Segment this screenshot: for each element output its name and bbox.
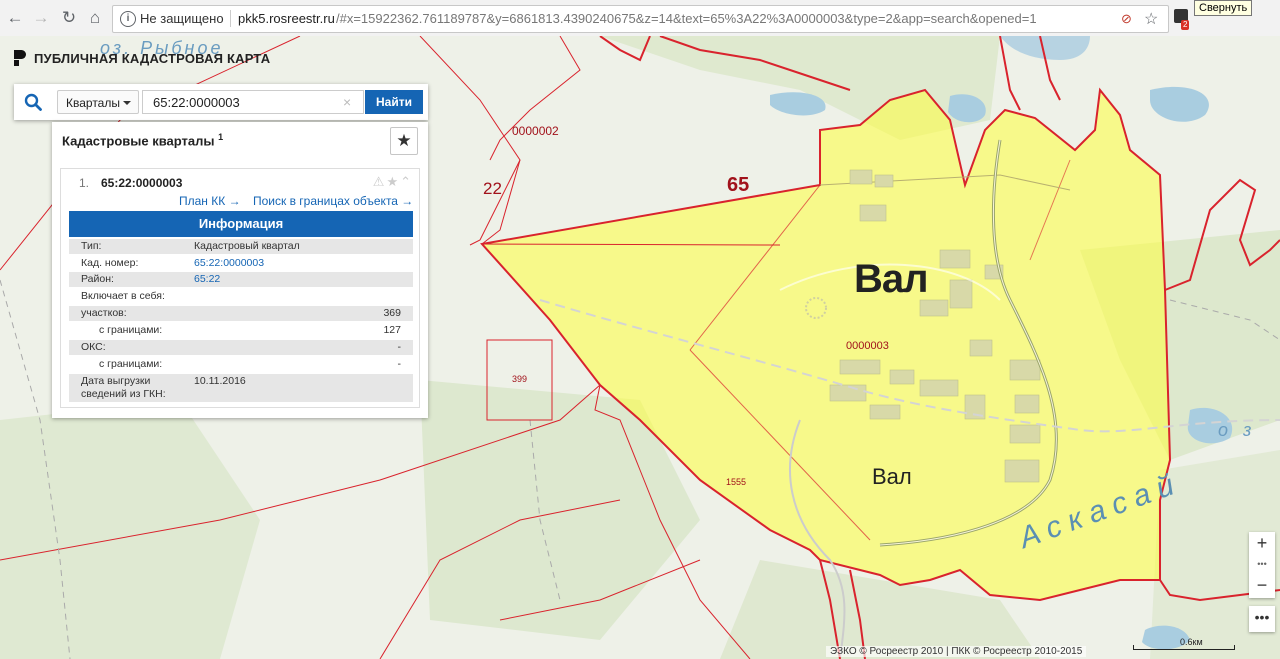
plan-link[interactable]: План КК →: [179, 194, 241, 208]
info-row-oks-bounded: с границами: -: [69, 357, 413, 372]
info-value-link[interactable]: 65:22:0000003: [194, 256, 264, 271]
reload-icon[interactable]: ↻: [58, 7, 80, 29]
result-index: 1.: [79, 176, 90, 190]
search-button[interactable]: Найти: [365, 90, 423, 114]
map-label-region: 65: [727, 174, 750, 196]
info-key: Район:: [81, 273, 114, 285]
search-type-value: Кварталы: [66, 96, 120, 110]
extension-badge: 2: [1181, 20, 1190, 30]
info-header: Информация: [69, 211, 413, 237]
info-row-oks: ОКС: -: [69, 340, 413, 355]
address-divider: [230, 10, 231, 27]
blocked-popup-icon[interactable]: ⊘: [1121, 11, 1135, 26]
results-panel: Кадастровые кварталы 1 ★ 1. 65:22:000000…: [52, 122, 428, 418]
result-number[interactable]: 65:22:0000003: [101, 176, 182, 190]
tooltip: Свернуть: [1194, 0, 1253, 16]
info-key: ОКС:: [81, 341, 106, 353]
zoom-out-button[interactable]: −: [1249, 574, 1275, 596]
clear-icon[interactable]: ×: [343, 94, 351, 110]
result-card: 1. 65:22:0000003 ⚠★⌃ План КК → Поиск в г…: [60, 168, 420, 408]
zoom-more-icon[interactable]: •••: [1249, 554, 1275, 574]
back-arrow-icon[interactable]: ←: [4, 7, 26, 29]
browser-toolbar: ← → ↻ ⌂ i Не защищено pkk5.rosreestr.ru …: [0, 0, 1280, 37]
app-title: ПУБЛИЧНАЯ КАДАСТРОВАЯ КАРТА: [34, 50, 271, 66]
info-row-export-date: Дата выгрузки сведений из ГКН: 10.11.201…: [69, 374, 413, 402]
map-label-parcel-2: 1555: [726, 477, 747, 487]
scale-bar: [1133, 645, 1235, 650]
app-header: ПУБЛИЧНАЯ КАДАСТРОВАЯ КАРТА: [14, 50, 270, 66]
info-value: 10.11.2016: [194, 375, 246, 387]
info-value: Кадастровый квартал: [194, 240, 300, 252]
results-count: 1: [218, 132, 224, 142]
results-title-text: Кадастровые кварталы: [62, 133, 215, 149]
info-row-parcels-bounded: с границами: 127: [69, 323, 413, 338]
info-key: с границами:: [99, 358, 163, 370]
zoom-control: + ••• −: [1249, 532, 1275, 598]
address-bar[interactable]: i Не защищено pkk5.rosreestr.ru /#x=1592…: [112, 5, 1169, 33]
info-row-parcels: участков: 369: [69, 306, 413, 321]
info-row-type: Тип: Кадастровый квартал: [69, 239, 413, 254]
info-row-district: Район: 65:22: [69, 272, 413, 287]
map-label-quarter-top: 0000002: [512, 124, 559, 138]
copyright: ЭЗКО © Росреестр 2010 | ПКК © Росреестр …: [826, 646, 1087, 657]
favorite-star-icon[interactable]: ★: [390, 127, 418, 155]
forward-arrow-icon[interactable]: →: [30, 7, 52, 29]
info-row-number: Кад. номер: 65:22:0000003: [69, 256, 413, 271]
info-row-includes: Включает в себя:: [69, 289, 413, 304]
map-label-quarter: 0000003: [846, 340, 889, 352]
search-in-bounds-link[interactable]: Поиск в границах объекта →: [253, 194, 413, 208]
url-host[interactable]: pkk5.rosreestr.ru: [238, 11, 335, 26]
map-label-town-small: Вал: [872, 464, 912, 489]
info-key: Кад. номер:: [81, 257, 139, 269]
home-icon[interactable]: ⌂: [84, 7, 106, 29]
search-bar: Кварталы × Найти: [14, 84, 428, 120]
info-icon[interactable]: i: [120, 11, 136, 27]
results-title: Кадастровые кварталы 1: [62, 132, 223, 148]
map-label-parcel: 399: [512, 374, 528, 384]
chevron-down-icon: [123, 101, 131, 105]
search-icon[interactable]: [24, 93, 42, 111]
info-key: участков:: [81, 307, 127, 319]
info-value: 127: [383, 324, 401, 336]
zoom-in-button[interactable]: +: [1249, 532, 1275, 554]
info-key: Включает в себя:: [81, 290, 165, 302]
url-path[interactable]: /#x=15922362.761189787&y=6861813.4390240…: [336, 11, 1126, 26]
info-value: 369: [383, 307, 401, 319]
info-value: -: [397, 341, 402, 353]
map-label-town: Вал: [854, 257, 929, 301]
info-value: -: [397, 358, 402, 370]
info-value-link[interactable]: 65:22: [194, 272, 220, 287]
rosreestr-logo-icon[interactable]: [14, 50, 26, 66]
info-key: Тип:: [81, 240, 102, 252]
search-input[interactable]: [142, 90, 364, 114]
more-options-button[interactable]: •••: [1249, 606, 1275, 632]
info-key: Дата выгрузки сведений из ГКН:: [81, 375, 166, 400]
security-status[interactable]: Не защищено: [140, 11, 224, 26]
map-label-district: 22: [483, 179, 502, 198]
bookmark-star-icon[interactable]: ☆: [1144, 9, 1158, 29]
search-type-select[interactable]: Кварталы: [57, 90, 139, 114]
card-action-icons[interactable]: ⚠★⌃: [373, 174, 413, 190]
map-label-lake: о з: [1218, 420, 1257, 440]
info-key: с границами:: [99, 324, 163, 336]
